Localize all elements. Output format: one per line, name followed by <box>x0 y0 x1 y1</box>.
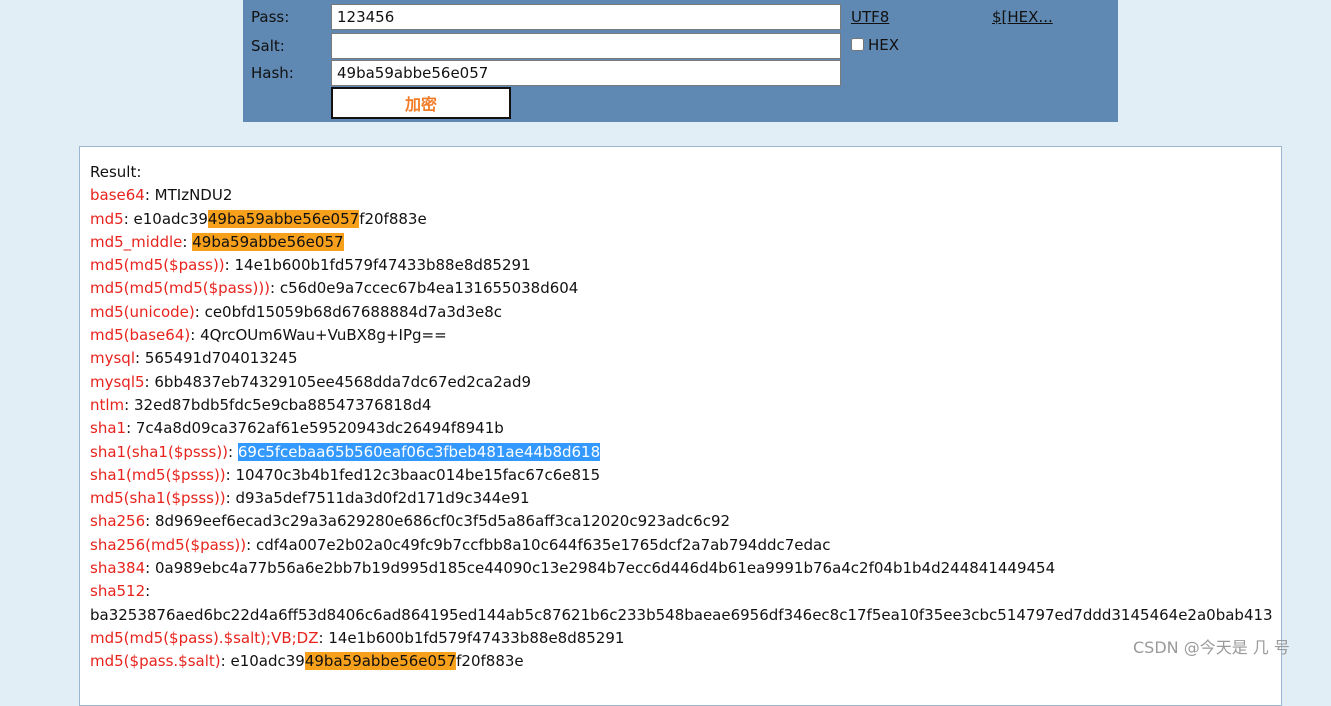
hash-input[interactable] <box>331 60 841 86</box>
result-key: sha1 <box>90 419 127 438</box>
result-row: sha256: 8d969eef6ecad3c29a3a629280e686cf… <box>90 512 731 531</box>
result-value[interactable]: 0a989ebc4a77b56a6e2bb7b19d995d185ce44090… <box>155 559 1055 577</box>
result-key: sha384 <box>90 559 146 578</box>
result-key: sha1(sha1($psss)) <box>90 442 229 461</box>
result-row: sha384: 0a989ebc4a77b56a6e2bb7b19d995d18… <box>90 559 1056 578</box>
salt-input[interactable] <box>331 33 841 59</box>
result-key: mysql <box>90 349 135 368</box>
result-row: ntlm: 32ed87bdb5fdc5e9cba88547376818d4 <box>90 395 432 414</box>
result-value[interactable]: 49ba59abbe56e057 <box>192 232 344 251</box>
result-row: md5(sha1($psss)): d93a5def7511da3d0f2d17… <box>90 489 530 508</box>
result-row: mysql: 565491d704013245 <box>90 349 298 368</box>
salt-label: Salt: <box>251 37 285 55</box>
result-value[interactable]: c56d0e9a7ccec67b4ea131655038d604 <box>280 279 579 297</box>
result-key: md5(unicode) <box>90 302 195 321</box>
hash-match-highlight: 49ba59abbe56e057 <box>304 652 457 671</box>
result-row: md5(md5($pass).$salt);VB;DZ: 14e1b600b1f… <box>90 628 625 647</box>
result-key: ntlm <box>90 395 125 414</box>
utf8-link[interactable]: UTF8 <box>851 8 889 26</box>
result-row: md5(md5(md5($pass))): c56d0e9a7ccec67b4e… <box>90 279 579 298</box>
csdn-watermark: CSDN @今天是 几 号 <box>1133 638 1290 657</box>
result-value[interactable]: 14e1b600b1fd579f47433b88e8d85291 <box>234 256 530 274</box>
result-key: md5(md5($pass).$salt);VB;DZ <box>90 628 319 647</box>
hash-label: Hash: <box>251 64 294 82</box>
result-key: sha1(md5($psss)) <box>90 465 226 484</box>
result-row: md5(md5($pass)): 14e1b600b1fd579f47433b8… <box>90 256 531 275</box>
result-title: Result: <box>90 163 142 181</box>
pass-label: Pass: <box>251 8 290 26</box>
result-value[interactable]: MTIzNDU2 <box>155 186 233 204</box>
result-value-line: ba3253876aed6bc22d4a6ff53d8406c6ad864195… <box>90 604 1281 627</box>
result-row: md5(unicode): ce0bfd15059b68d67688884d7a… <box>90 302 502 321</box>
result-value[interactable]: 14e1b600b1fd579f47433b88e8d85291 <box>328 629 624 647</box>
result-row: sha1: 7c4a8d09ca3762af61e59520943dc26494… <box>90 419 504 438</box>
result-value[interactable]: 565491d704013245 <box>145 349 298 367</box>
result-row: md5($pass.$salt): e10adc3949ba59abbe56e0… <box>90 652 524 671</box>
result-key: md5_middle <box>90 232 183 251</box>
result-value[interactable]: ba3253876aed6bc22d4a6ff53d8406c6ad864195… <box>90 606 1273 624</box>
result-row: sha1(sha1($psss)): 69c5fcebaa65b560eaf06… <box>90 442 601 461</box>
result-row: md5_middle: 49ba59abbe56e057 <box>90 232 344 251</box>
result-value[interactable]: 4QrcOUm6Wau+VuBX8g+IPg== <box>200 326 447 344</box>
result-value[interactable]: 8d969eef6ecad3c29a3a629280e686cf0c3f5d5a… <box>155 512 730 530</box>
result-panel: Result: base64: MTIzNDU2 md5: e10adc3949b… <box>79 146 1282 706</box>
result-value[interactable]: 69c5fcebaa65b560eaf06c3fbeb481ae44b8d618 <box>237 442 601 461</box>
result-key: md5(sha1($psss)) <box>90 489 226 508</box>
result-row: md5: e10adc3949ba59abbe56e057f20f883e <box>90 209 427 228</box>
result-row: mysql5: 6bb4837eb74329105ee4568dda7dc67e… <box>90 372 532 391</box>
hash-match-highlight: 49ba59abbe56e057 <box>192 232 344 251</box>
hex-checkbox-label: HEX <box>868 36 900 54</box>
result-value[interactable]: 6bb4837eb74329105ee4568dda7dc67ed2ca2ad9 <box>154 373 531 391</box>
result-key: sha512 <box>90 582 146 601</box>
result-row: sha256(md5($pass)): cdf4a007e2b02a0c49fc… <box>90 535 831 554</box>
encrypt-button[interactable]: 加密 <box>331 87 511 119</box>
hash-form-panel: Pass: Salt: Hash: 加密 UTF8 $[HEX... HEX <box>243 0 1118 122</box>
result-row: sha512: ba3253876aed6bc22d4a6ff53d8406c6… <box>90 580 1281 627</box>
result-row: base64: MTIzNDU2 <box>90 186 233 205</box>
result-key: base64 <box>90 186 145 205</box>
hex-link[interactable]: $[HEX... <box>992 8 1053 26</box>
result-value[interactable]: 7c4a8d09ca3762af61e59520943dc26494f8941b <box>136 419 504 437</box>
result-key: md5(md5(md5($pass))) <box>90 279 271 298</box>
result-key: mysql5 <box>90 372 145 391</box>
pass-input[interactable] <box>331 4 841 30</box>
result-value[interactable]: e10adc3949ba59abbe56e057f20f883e <box>230 652 524 671</box>
hash-match-highlight: 49ba59abbe56e057 <box>207 209 360 228</box>
result-value[interactable]: ce0bfd15059b68d67688884d7a3d3e8c <box>205 303 502 321</box>
result-value[interactable]: cdf4a007e2b02a0c49fc9b7ccfbb8a10c644f635… <box>256 536 831 554</box>
result-key: sha256(md5($pass)) <box>90 535 247 554</box>
result-value[interactable]: d93a5def7511da3d0f2d171d9c344e91 <box>235 489 529 507</box>
result-key: md5 <box>90 209 124 228</box>
result-value[interactable]: 32ed87bdb5fdc5e9cba88547376818d4 <box>134 396 431 414</box>
result-row: sha1(md5($psss)): 10470c3b4b1fed12c3baac… <box>90 465 601 484</box>
result-row: md5(base64): 4QrcOUm6Wau+VuBX8g+IPg== <box>90 326 447 345</box>
result-key: md5(md5($pass)) <box>90 256 225 275</box>
result-value[interactable]: e10adc3949ba59abbe56e057f20f883e <box>134 209 427 228</box>
result-key: md5(base64) <box>90 326 191 345</box>
hex-option[interactable]: HEX <box>851 36 899 54</box>
result-value[interactable]: 10470c3b4b1fed12c3baac014be15fac67c6e815 <box>235 466 600 484</box>
result-list: base64: MTIzNDU2 md5: e10adc3949ba59abbe5… <box>90 184 1281 673</box>
result-key: md5($pass.$salt) <box>90 652 221 671</box>
hex-checkbox[interactable] <box>851 38 864 51</box>
result-key: sha256 <box>90 512 146 531</box>
